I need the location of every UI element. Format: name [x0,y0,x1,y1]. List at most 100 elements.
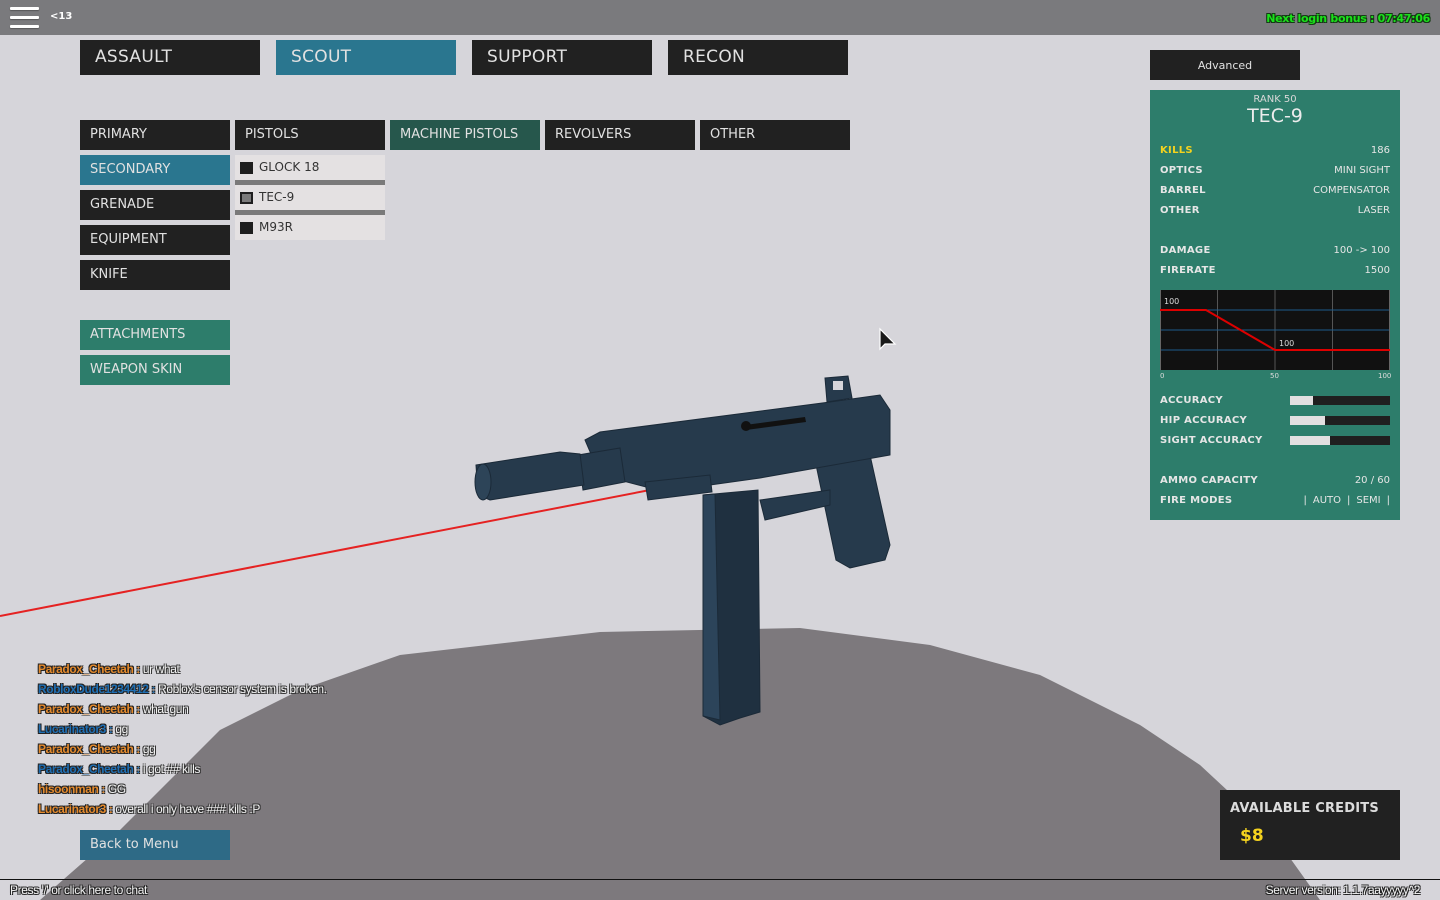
weapon-rank: RANK 50 [1253,94,1297,105]
chat-text: Roblox's censor system is broken. [158,682,327,696]
chat-message: Paradox_Cheetah : gg [38,742,458,762]
chat-text: overall i only have ### kills :P [115,802,260,816]
chat-username[interactable]: Paradox_Cheetah : [38,662,140,676]
chat-text: gg [142,742,156,756]
stat-value: 100 -> 100 [1333,245,1390,256]
stat-damage: DAMAGE 100 -> 100 [1160,245,1390,259]
stat-label: FIRERATE [1160,265,1216,276]
gun-charging-handle [741,421,751,431]
slot-knife[interactable]: KNIFE [80,260,230,290]
stat-value: MINI SIGHT [1334,165,1390,176]
chat-text: ur what [142,662,180,676]
chat-username[interactable]: Lucarinator3 : [38,802,113,816]
server-version: Server version: 1.1.7aayyyyy^2 [1265,883,1421,897]
separator: | [1347,495,1351,506]
chat-message: Lucarinator3 : gg [38,722,458,742]
slot-equipment[interactable]: EQUIPMENT [80,225,230,255]
chat-username[interactable]: Lucarinator3 : [38,722,113,736]
chat-message: Paradox_Cheetah : i got ## kills [38,762,458,782]
fire-mode-auto: AUTO [1312,495,1341,506]
chat-log: Paradox_Cheetah : ur what RobloxDude12344… [38,662,458,822]
x-tick-label: 0 [1160,372,1165,380]
notification-count: <13 [50,11,73,22]
category-revolvers[interactable]: REVOLVERS [545,120,695,150]
chat-username[interactable]: Paradox_Cheetah : [38,702,140,716]
mouse-cursor-icon [879,327,897,351]
slot-grenade[interactable]: GRENADE [80,190,230,220]
chat-username[interactable]: RobloxDude1234412 : [38,682,156,696]
stat-other: OTHER LASER [1160,205,1390,219]
weapon-item-tec9[interactable]: TEC-9 [235,185,385,215]
stat-optics: OPTICS MINI SIGHT [1160,165,1390,179]
chat-text: what gun [142,702,189,716]
stat-label: BARREL [1160,185,1206,196]
separator: | [1386,495,1390,506]
accuracy-bar [1290,396,1390,405]
fire-mode-semi: SEMI [1356,495,1381,506]
sight-accuracy-bar-fill [1290,436,1330,445]
top-bar: <13 Next login bonus : 07:47:06 [0,0,1440,35]
separator: | [1303,495,1307,506]
credits-title: AVAILABLE CREDITS [1230,801,1379,816]
stat-value: 20 / 60 [1354,475,1390,486]
chat-input[interactable]: Press '/' or click here to chat [10,883,147,897]
chat-username[interactable]: Paradox_Cheetah : [38,742,140,756]
chat-bar-divider [0,879,1440,880]
chat-username[interactable]: Paradox_Cheetah : [38,762,140,776]
x-tick-label: 100 [1378,372,1392,380]
chat-message: Paradox_Cheetah : what gun [38,702,458,722]
weapon-item-label: GLOCK 18 [259,160,320,174]
chat-message: Paradox_Cheetah : ur what [38,662,458,682]
hip-accuracy-bar-fill [1290,416,1325,425]
attachments-button[interactable]: ATTACHMENTS [80,320,230,350]
stat-value: 186 [1370,145,1390,156]
advanced-stats-button[interactable]: Advanced [1150,50,1300,80]
slot-primary[interactable]: PRIMARY [80,120,230,150]
stat-label: FIRE MODES [1160,495,1233,506]
graph-x-ticks: 0 50 100 [1160,372,1392,382]
stat-label: OPTICS [1160,165,1203,176]
gun-barrel-shroud [577,447,626,491]
class-tab-support[interactable]: SUPPORT [472,40,652,75]
class-tab-recon[interactable]: RECON [668,40,848,75]
category-other[interactable]: OTHER [700,120,850,150]
stat-label: OTHER [1160,205,1200,216]
stat-label: DAMAGE [1160,245,1211,256]
hip-accuracy-bar [1290,416,1390,425]
category-machine-pistols[interactable]: MACHINE PISTOLS [390,120,540,150]
damage-falloff-graph: 100 100 [1160,290,1390,370]
accuracy-bar-fill [1290,396,1313,405]
chat-message: RobloxDude1234412 : Roblox's censor syst… [38,682,458,702]
weapon-item-label: M93R [259,220,293,234]
weapon-skin-button[interactable]: WEAPON SKIN [80,355,230,385]
gun-sight-hole [833,381,843,390]
back-to-menu-button[interactable]: Back to Menu [80,830,230,860]
credits-value: $8 [1240,826,1264,846]
x-tick-label: 50 [1270,372,1279,380]
weapon-item-glock18[interactable]: GLOCK 18 [235,155,385,185]
gun-muzzle [474,463,492,501]
stat-barrel: BARREL COMPENSATOR [1160,185,1390,199]
weapon-item-m93r[interactable]: M93R [235,215,385,240]
stat-label: KILLS [1160,145,1193,156]
category-pistols[interactable]: PISTOLS [235,120,385,150]
stat-label: HIP ACCURACY [1160,415,1248,426]
checkbox-selected-icon [240,192,253,204]
stat-value: COMPENSATOR [1313,185,1390,196]
login-bonus-timer: Next login bonus : 07:47:06 [1266,12,1430,25]
slot-secondary[interactable]: SECONDARY [80,155,230,185]
weapon-item-label: TEC-9 [259,190,295,204]
stat-firerate: FIRERATE 1500 [1160,265,1390,279]
stat-label: SIGHT ACCURACY [1160,435,1263,446]
checkbox-icon [240,162,253,174]
class-tab-scout[interactable]: SCOUT [276,40,456,75]
stat-label: ACCURACY [1160,395,1223,406]
checkbox-icon [240,222,253,234]
class-tab-assault[interactable]: ASSAULT [80,40,260,75]
hamburger-menu-icon[interactable] [10,6,40,30]
data-label-end: 100 [1279,339,1294,348]
credits-panel: AVAILABLE CREDITS $8 [1220,790,1400,860]
weapon-name: TEC-9 [1247,105,1303,127]
chat-username[interactable]: hisoonman : [38,782,105,796]
weapon-stats-panel: RANK 50 TEC-9 KILLS 186 OPTICS MINI SIGH… [1150,90,1400,520]
